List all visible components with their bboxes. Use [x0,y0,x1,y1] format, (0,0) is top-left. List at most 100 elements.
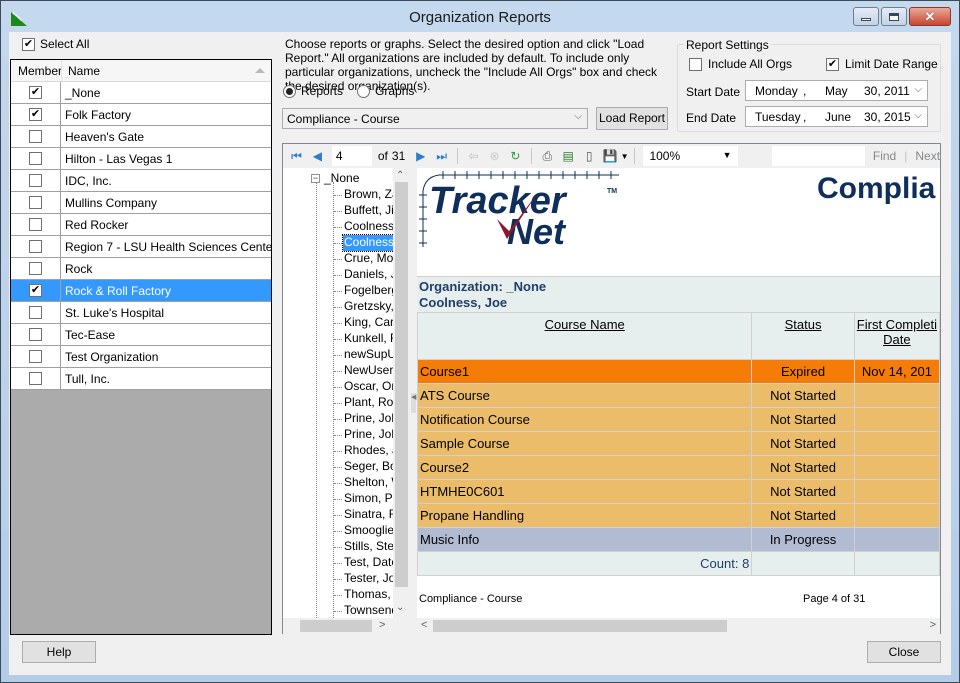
organization-name[interactable]: _None [61,82,271,103]
tree-item[interactable]: Prine, John [343,427,393,443]
column-header-status[interactable]: Status [751,312,855,360]
tree-item[interactable]: Smooglie, [343,523,393,539]
tree-item[interactable]: Thomas, F [343,587,393,603]
column-header-member[interactable]: Member [11,60,62,81]
member-checkbox[interactable] [29,328,42,341]
prev-page-icon[interactable]: ◀ [310,148,325,164]
report-type-select[interactable]: Compliance - Course ⌵ [282,108,588,129]
scrollbar-thumb[interactable] [395,182,408,587]
chevron-down-icon[interactable]: ⌵ [914,84,922,95]
next-page-icon[interactable]: ▶ [413,148,428,164]
end-weekday[interactable]: Tuesday [755,110,801,124]
scroll-down-icon[interactable]: ⌄ [396,602,404,613]
tree-item[interactable]: Crue, Motl [343,251,393,267]
tree-item[interactable]: Coolness, [343,219,393,235]
member-checkbox[interactable]: ✔ [29,284,42,297]
tree-item[interactable]: Rhodes, J [343,443,393,459]
organization-row[interactable]: St. Luke's Hospital [11,302,271,324]
scroll-left-icon[interactable]: < [421,619,427,631]
member-cell[interactable] [11,192,61,213]
maximize-button[interactable] [881,7,907,26]
tree-item[interactable]: Brown, Za [343,187,393,203]
collapse-icon[interactable]: − [311,173,320,183]
member-checkbox[interactable] [29,196,42,209]
member-checkbox[interactable] [29,306,42,319]
scroll-up-icon[interactable]: ⌃ [396,170,404,181]
stop-icon[interactable]: ⊗ [487,148,502,164]
splitter-collapse-icon[interactable]: ◀ [411,393,416,413]
column-header-course-name[interactable]: Course Name [417,312,753,360]
organization-name[interactable]: Tull, Inc. [61,368,271,389]
organization-row[interactable]: Hilton - Las Vegas 1 [11,148,271,170]
tree-item[interactable]: Sinatra, Fr [343,507,393,523]
refresh-icon[interactable]: ↻ [508,148,523,164]
column-header-name[interactable]: Name [61,60,271,81]
radio-circle[interactable] [283,84,296,98]
tree-item[interactable]: King, Caro [343,315,393,331]
load-report-button[interactable]: Load Report [596,107,668,130]
member-checkbox[interactable] [29,262,42,275]
back-icon[interactable]: ⇦ [466,148,481,164]
member-checkbox[interactable]: ✔ [29,108,42,121]
organization-name[interactable]: Tec-Ease [61,324,271,345]
tree-item[interactable]: Buffett, Jin [343,203,393,219]
organization-name[interactable]: IDC, Inc. [61,170,271,191]
member-cell[interactable] [11,214,61,235]
member-checkbox[interactable]: ✔ [29,86,42,99]
document-map-vertical-scrollbar[interactable]: ⌃ ⌄ [393,168,410,618]
tree-item[interactable]: Seger, Bol [343,459,393,475]
member-cell[interactable] [11,170,61,191]
start-weekday[interactable]: Monday [755,84,798,98]
member-checkbox[interactable] [29,240,42,253]
organization-name[interactable]: Test Organization [61,346,271,367]
checkbox-box[interactable] [689,57,702,71]
organization-name[interactable]: Region 7 - LSU Health Sciences Center/..… [61,236,271,257]
tree-item[interactable]: Tester, Jo [343,571,393,587]
help-button[interactable]: Help [22,641,96,663]
organization-row[interactable]: Red Rocker [11,214,271,236]
tree-item[interactable]: Plant, Rob [343,395,393,411]
organization-row[interactable]: Test Organization [11,346,271,368]
export-icon[interactable]: 💾 [603,148,618,164]
report-horizontal-scrollbar[interactable]: < > [417,618,940,634]
organization-row[interactable]: Mullins Company [11,192,271,214]
graphs-radio[interactable]: Graphs [357,84,414,98]
organization-name[interactable]: Rock [61,258,271,279]
member-cell[interactable] [11,302,61,323]
tree-item[interactable]: newSupU: [343,347,393,363]
member-cell[interactable]: ✔ [11,82,61,103]
organization-name[interactable]: Hilton - Las Vegas 1 [61,148,271,169]
member-cell[interactable] [11,368,61,389]
organization-row[interactable]: ✔ Rock & Roll Factory [11,280,271,302]
tree-item[interactable]: Kunkell, R [343,331,393,347]
organization-name[interactable]: Rock & Roll Factory [61,280,271,301]
tree-item[interactable]: Oscar, Orio [343,379,393,395]
checkbox-box[interactable]: ✔ [22,37,35,51]
radio-circle[interactable] [357,84,371,98]
tree-item[interactable]: Townsend [343,603,393,618]
scrollbar-thumb[interactable] [300,620,372,632]
tree-item[interactable]: Daniels, Ja [343,267,393,283]
start-date-picker[interactable]: Monday , May 30, 2011 ⌵ [745,80,928,101]
export-dropdown-icon[interactable]: ▼ [621,152,629,161]
tree-item[interactable]: Coolness, [341,234,393,252]
tree-item[interactable]: Stills, Step [343,539,393,555]
next-link[interactable]: Next [915,149,940,163]
member-cell[interactable] [11,236,61,257]
member-cell[interactable] [11,258,61,279]
tree-item[interactable]: Gretzsky, ' [343,299,393,315]
member-checkbox[interactable] [29,152,42,165]
reports-radio[interactable]: Reports [283,84,343,98]
select-all-checkbox[interactable]: ✔ Select All [22,37,89,51]
organization-row[interactable]: Tec-Ease [11,324,271,346]
find-link[interactable]: Find [873,149,896,163]
last-page-icon[interactable]: ⏭ [434,148,449,164]
member-cell[interactable] [11,148,61,169]
organization-row[interactable]: ✔ Folk Factory [11,104,271,126]
tree-item[interactable]: NewUser, [343,363,393,379]
end-date-picker[interactable]: Tuesday , June 30, 2015 ⌵ [745,106,928,127]
include-all-orgs-checkbox[interactable]: Include All Orgs [689,57,792,71]
organization-row[interactable]: Tull, Inc. [11,368,271,390]
member-checkbox[interactable] [29,130,42,143]
scrollbar-thumb[interactable] [433,620,727,632]
